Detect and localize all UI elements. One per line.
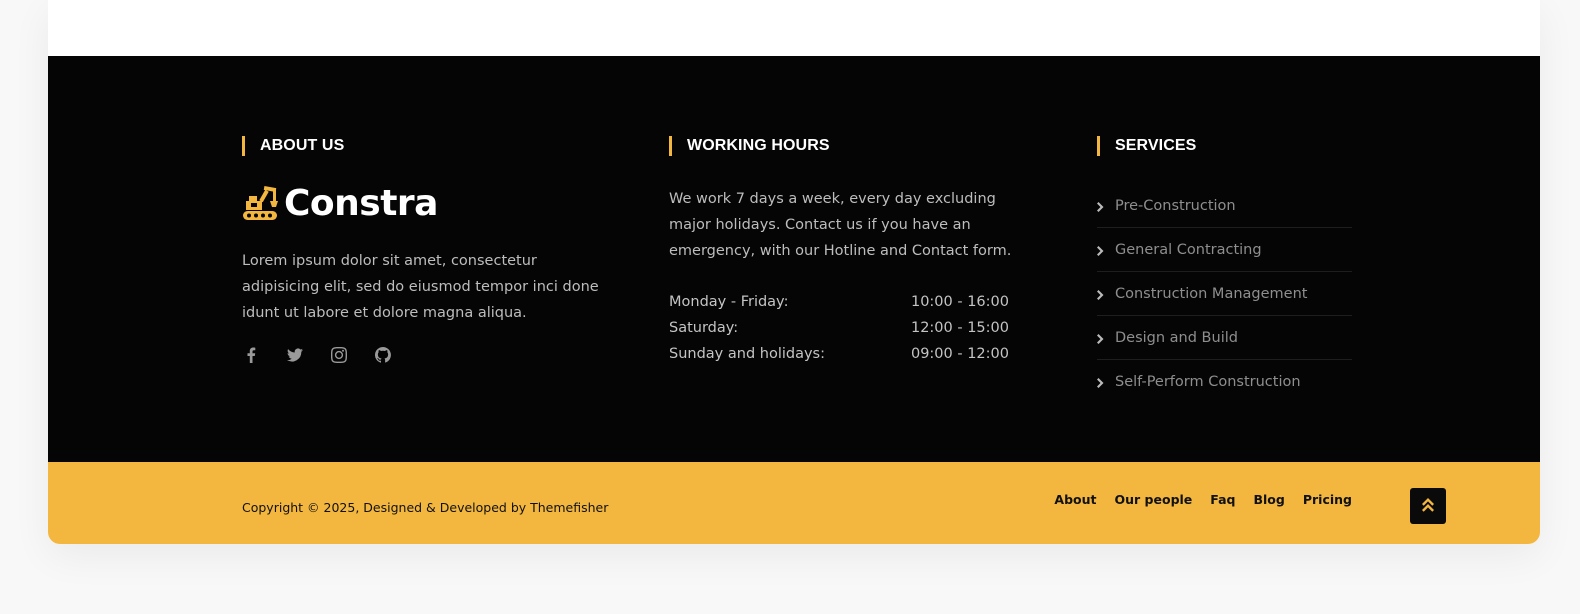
footer-nav-faq[interactable]: Faq xyxy=(1210,492,1235,507)
chevron-right-icon xyxy=(1097,333,1105,344)
twitter-link[interactable] xyxy=(286,348,304,366)
hours-day: Sunday and holidays: xyxy=(669,346,825,362)
footer-logo[interactable]: Constra xyxy=(242,184,438,224)
excavator-icon xyxy=(242,185,280,223)
footer-nav-blog[interactable]: Blog xyxy=(1253,492,1284,507)
hours-time: 12:00 - 15:00 xyxy=(910,320,1009,336)
service-item-pre-construction[interactable]: Pre-Construction xyxy=(1097,184,1352,228)
about-column: ABOUT US Constra Lorem ipsum dolor sit a… xyxy=(242,136,602,363)
hours-time: 10:00 - 16:00 xyxy=(910,294,1009,310)
service-label: Self-Perform Construction xyxy=(1115,373,1301,390)
service-label: Construction Management xyxy=(1115,285,1308,302)
service-item-general-contracting[interactable]: General Contracting xyxy=(1097,228,1352,272)
copyright-text: Copyright © 2025, Designed & Developed b… xyxy=(242,500,609,515)
footer-nav: About Our people Faq Blog Pricing xyxy=(1054,492,1352,507)
chevron-right-icon xyxy=(1097,201,1105,212)
instagram-link[interactable] xyxy=(330,347,348,367)
chevron-right-icon xyxy=(1097,245,1105,256)
instagram-icon xyxy=(331,347,347,367)
services-column: SERVICES Pre-Construction General Contra… xyxy=(1097,136,1352,390)
facebook-link[interactable] xyxy=(242,347,260,367)
logo-text: Constra xyxy=(284,183,438,224)
services-title: SERVICES xyxy=(1097,136,1352,156)
copyright-bar: Copyright © 2025, Designed & Developed b… xyxy=(48,462,1540,544)
about-description: Lorem ipsum dolor sit amet, consectetur … xyxy=(242,253,599,321)
page-frame: ABOUT US Constra Lorem ipsum dolor sit a… xyxy=(48,0,1540,544)
hours-column: WORKING HOURS We work 7 days a week, eve… xyxy=(669,136,1019,362)
footer-main: ABOUT US Constra Lorem ipsum dolor sit a… xyxy=(48,56,1540,462)
service-list: Pre-Construction General Contracting Con… xyxy=(1097,184,1352,403)
facebook-icon xyxy=(243,347,259,367)
service-item-design-and-build[interactable]: Design and Build xyxy=(1097,316,1352,360)
footer-nav-our-people[interactable]: Our people xyxy=(1115,492,1193,507)
service-label: Pre-Construction xyxy=(1115,197,1236,214)
social-links xyxy=(242,347,392,367)
footer-nav-about[interactable]: About xyxy=(1054,492,1096,507)
github-icon xyxy=(374,347,391,367)
hours-time: 09:00 - 12:00 xyxy=(910,346,1009,362)
hours-day: Monday - Friday: xyxy=(669,294,789,310)
hours-day: Saturday: xyxy=(669,320,739,336)
hours-table: Monday - Friday: 10:00 - 16:00 Saturday:… xyxy=(669,289,1009,367)
hours-description: We work 7 days a week, every day excludi… xyxy=(669,191,1012,259)
chevron-right-icon xyxy=(1097,289,1105,300)
hours-title: WORKING HOURS xyxy=(669,136,1019,156)
hours-row: Monday - Friday: 10:00 - 16:00 xyxy=(669,289,1009,315)
service-label: Design and Build xyxy=(1115,329,1238,346)
twitter-icon xyxy=(287,347,303,367)
service-item-construction-management[interactable]: Construction Management xyxy=(1097,272,1352,316)
double-chevron-up-icon xyxy=(1422,497,1434,516)
footer-nav-pricing[interactable]: Pricing xyxy=(1303,492,1352,507)
service-item-self-perform-construction[interactable]: Self-Perform Construction xyxy=(1097,360,1352,403)
about-title: ABOUT US xyxy=(242,136,602,156)
hours-row: Sunday and holidays: 09:00 - 12:00 xyxy=(669,341,1009,367)
chevron-right-icon xyxy=(1097,377,1105,388)
github-link[interactable] xyxy=(374,347,392,367)
hours-row: Saturday: 12:00 - 15:00 xyxy=(669,315,1009,341)
back-to-top-button[interactable] xyxy=(1410,488,1446,524)
service-label: General Contracting xyxy=(1115,241,1262,258)
